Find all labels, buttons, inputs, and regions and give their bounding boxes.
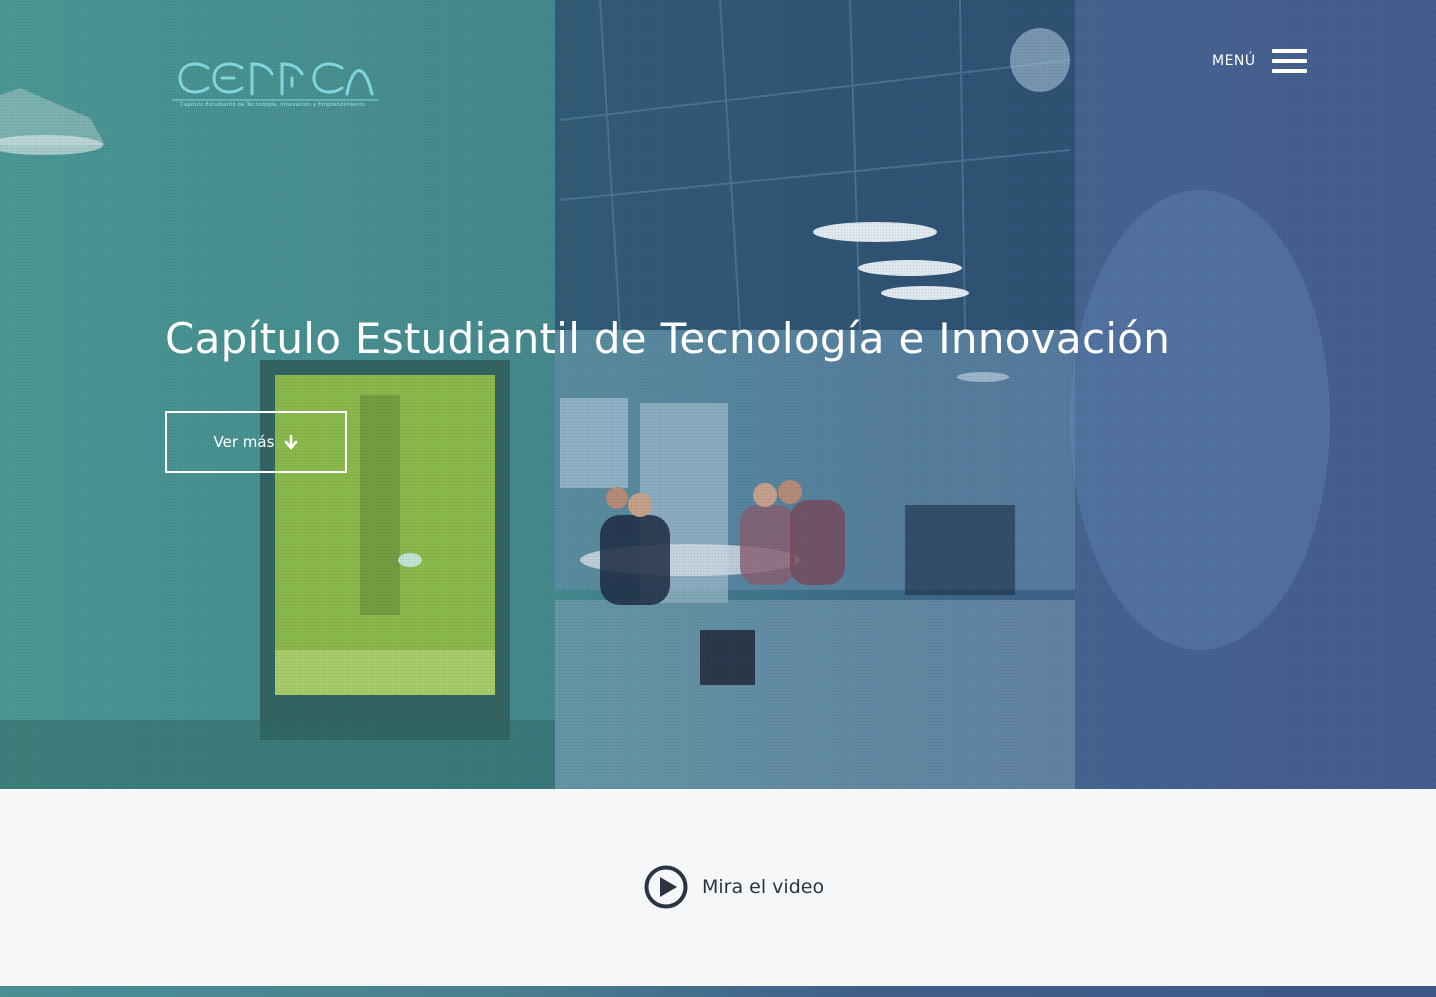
logo-tagline: Capítulo Estudiantil de Tecnología, Inno… bbox=[180, 102, 366, 108]
ver-mas-button[interactable]: Ver más bbox=[165, 411, 347, 473]
hamburger-icon bbox=[1271, 48, 1307, 74]
hero-overlay bbox=[0, 0, 1436, 789]
menu-button[interactable]: MENÚ bbox=[1212, 46, 1307, 76]
menu-label: MENÚ bbox=[1212, 53, 1256, 69]
watch-video-label: Mira el video bbox=[702, 876, 825, 898]
play-circle-icon bbox=[644, 865, 688, 909]
next-section-strip bbox=[0, 986, 1436, 997]
hero-title: Capítulo Estudiantil de Tecnología e Inn… bbox=[165, 314, 1171, 363]
hero-section: Capítulo Estudiantil de Tecnología, Inno… bbox=[0, 0, 1436, 789]
arrow-down-icon bbox=[285, 434, 298, 449]
ver-mas-label: Ver más bbox=[213, 433, 275, 451]
watch-video-link[interactable]: Mira el video bbox=[644, 864, 824, 910]
video-section: Mira el video bbox=[0, 789, 1436, 986]
cetica-logo[interactable]: Capítulo Estudiantil de Tecnología, Inno… bbox=[172, 56, 382, 116]
logo-mark bbox=[172, 62, 378, 101]
